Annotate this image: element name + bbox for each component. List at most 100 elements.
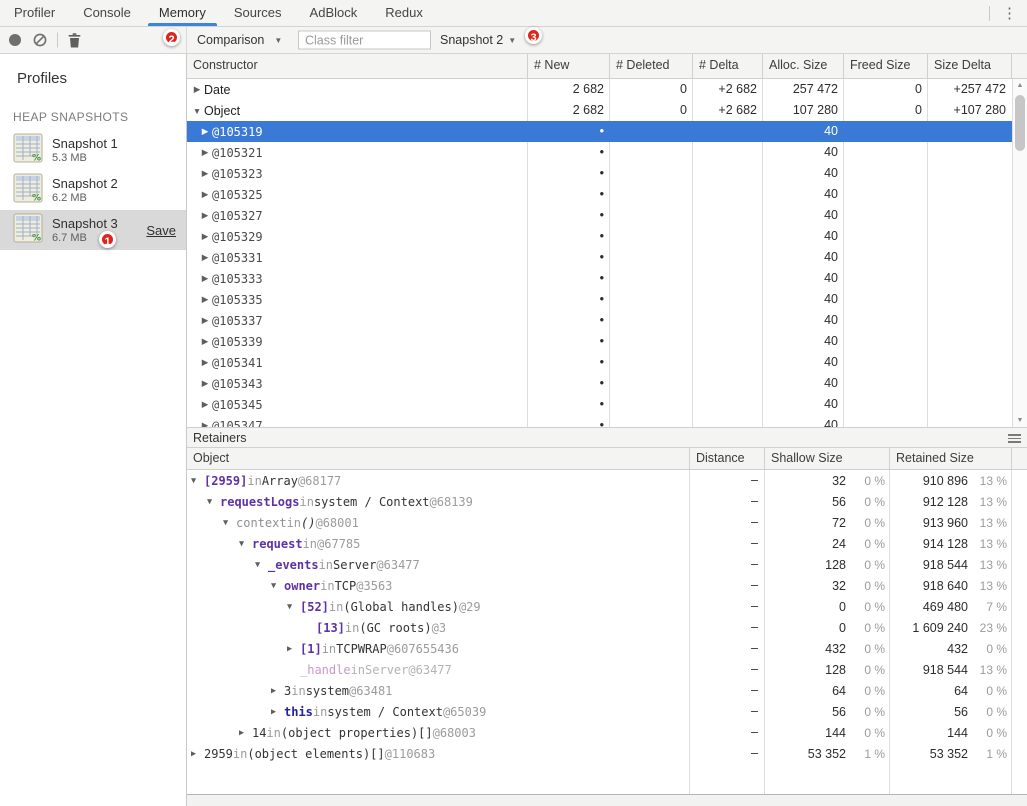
expander-collapsed-icon[interactable]: ▶: [199, 126, 211, 137]
perspective-dropdown[interactable]: Comparison ▼: [197, 33, 282, 47]
save-snapshot-link[interactable]: Save: [146, 223, 176, 238]
expander-expanded-icon[interactable]: ▼: [255, 560, 268, 570]
table-row[interactable]: ▶@105325•40: [187, 184, 1012, 205]
table-row[interactable]: ▶@105333•40: [187, 268, 1012, 289]
cell-size: [928, 394, 1012, 415]
column-header-distance[interactable]: Distance: [690, 448, 765, 469]
expander-collapsed-icon[interactable]: ▶: [199, 189, 211, 200]
column-header-shallow-size[interactable]: Shallow Size: [765, 448, 890, 469]
scroll-up-icon[interactable]: ▲: [1013, 82, 1027, 89]
expander-collapsed-icon[interactable]: ▶: [199, 231, 211, 242]
tab-sources[interactable]: Sources: [220, 0, 296, 26]
sidebar-item-snapshot-2[interactable]: %Snapshot 26.2 MB: [0, 170, 186, 210]
expander-collapsed-icon[interactable]: ▶: [287, 644, 300, 654]
table-row[interactable]: ▶@105323•40: [187, 163, 1012, 184]
expander-collapsed-icon[interactable]: ▶: [199, 294, 211, 305]
expander-collapsed-icon[interactable]: ▶: [199, 168, 211, 179]
expander-expanded-icon[interactable]: ▼: [191, 476, 204, 486]
cell-delta: [693, 142, 763, 163]
tab-console[interactable]: Console: [69, 0, 145, 26]
expander-collapsed-icon[interactable]: ▶: [239, 728, 252, 738]
column-header-constructor[interactable]: Constructor: [187, 54, 528, 78]
expander-collapsed-icon[interactable]: ▶: [271, 707, 284, 717]
table-row[interactable]: ▶Date2 6820+2 682257 4720+257 472: [187, 79, 1012, 100]
expander-collapsed-icon[interactable]: ▶: [191, 749, 204, 759]
shallow-size-value: 0: [839, 600, 846, 614]
expander-expanded-icon[interactable]: ▼: [271, 581, 284, 591]
scrollbar-thumb[interactable]: [1015, 95, 1025, 151]
expander-collapsed-icon[interactable]: ▶: [199, 399, 211, 410]
table-row[interactable]: ▶@105341•40: [187, 352, 1012, 373]
table-row[interactable]: ▶@105347•40: [187, 415, 1012, 427]
class-filter-input[interactable]: [298, 31, 431, 50]
cell-distance: –: [690, 512, 765, 533]
table-row[interactable]: ▼Object2 6820+2 682107 2800+107 280: [187, 100, 1012, 121]
retained-size-percent: 13 %: [968, 495, 1012, 509]
retainers-titlebar: Retainers: [187, 427, 1027, 448]
table-row[interactable]: ▶@105339•40: [187, 331, 1012, 352]
column-header-freed-size[interactable]: Freed Size: [844, 54, 928, 78]
table-row[interactable]: ▶@105319•40: [187, 121, 1012, 142]
column-header-alloc-size[interactable]: Alloc. Size: [763, 54, 844, 78]
expander-collapsed-icon[interactable]: ▶: [199, 147, 211, 158]
table-row[interactable]: ▶@105327•40: [187, 205, 1012, 226]
trash-icon[interactable]: [68, 33, 81, 48]
tab-memory[interactable]: Memory: [145, 0, 220, 26]
expander-collapsed-icon[interactable]: ▶: [199, 273, 211, 284]
column-header-size-delta[interactable]: Size Delta: [928, 54, 1012, 78]
expander-collapsed-icon[interactable]: ▶: [199, 336, 211, 347]
expander-collapsed-icon[interactable]: ▶: [191, 84, 203, 95]
expander-collapsed-icon[interactable]: ▶: [199, 315, 211, 326]
column-header-retained-size[interactable]: Retained Size: [890, 448, 1012, 469]
cell-deleted: [610, 352, 693, 373]
table-row[interactable]: ▶@105335•40: [187, 289, 1012, 310]
constructor-cell: ▶@105343: [187, 373, 528, 394]
cell-size: [928, 142, 1012, 163]
cell-deleted: [610, 394, 693, 415]
tab-redux[interactable]: Redux: [371, 0, 437, 26]
record-heap-icon[interactable]: [9, 34, 21, 46]
expander-expanded-icon[interactable]: ▼: [223, 518, 236, 528]
base-snapshot-dropdown[interactable]: Snapshot 2 ▼: [440, 33, 516, 47]
table-row[interactable]: ▶@105331•40: [187, 247, 1012, 268]
clear-profiles-icon[interactable]: [33, 33, 47, 47]
table-row[interactable]: ▶@105343•40: [187, 373, 1012, 394]
shallow-size-value: 64: [832, 684, 846, 698]
column-header-deleted[interactable]: # Deleted: [610, 54, 693, 78]
expander-expanded-icon[interactable]: ▼: [191, 106, 203, 116]
sidebar-item-snapshot-3[interactable]: %Snapshot 36.7 MBSave: [0, 210, 186, 250]
column-header-object[interactable]: Object: [187, 448, 690, 469]
expander-expanded-icon[interactable]: ▼: [287, 602, 300, 612]
retained-size-value: 144: [947, 726, 968, 740]
expander-collapsed-icon[interactable]: ▶: [271, 686, 284, 696]
cell-delta: [693, 226, 763, 247]
horizontal-scrollbar[interactable]: [187, 794, 1027, 806]
vertical-scrollbar[interactable]: ▲▼: [1012, 79, 1027, 427]
cell-new: •: [528, 163, 610, 184]
cell-freed: [844, 289, 928, 310]
table-row[interactable]: ▶@105329•40: [187, 226, 1012, 247]
retained-size-value: 432: [947, 642, 968, 656]
retainer-object-id: @607655436: [387, 642, 459, 656]
tab-adblock[interactable]: AdBlock: [296, 0, 372, 26]
perspective-dropdown-label: Comparison: [197, 33, 264, 47]
table-row[interactable]: ▶@105337•40: [187, 310, 1012, 331]
table-row[interactable]: ▶@105345•40: [187, 394, 1012, 415]
table-row[interactable]: ▶@105321•40: [187, 142, 1012, 163]
expander-collapsed-icon[interactable]: ▶: [199, 357, 211, 368]
expander-collapsed-icon[interactable]: ▶: [199, 210, 211, 221]
column-header-new[interactable]: # New: [528, 54, 610, 78]
expander-collapsed-icon[interactable]: ▶: [199, 252, 211, 263]
sidebar-item-snapshot-1[interactable]: %Snapshot 15.3 MB: [0, 130, 186, 170]
cell-new: •: [528, 310, 610, 331]
kebab-menu-icon[interactable]: ⋮: [999, 6, 1020, 21]
column-header-delta[interactable]: # Delta: [693, 54, 763, 78]
scroll-down-icon[interactable]: ▼: [1013, 417, 1027, 424]
expander-collapsed-icon[interactable]: ▶: [199, 378, 211, 389]
expander-collapsed-icon[interactable]: ▶: [199, 420, 211, 427]
tab-profiler[interactable]: Profiler: [0, 0, 69, 26]
retainer-owner-object: system: [306, 684, 349, 698]
expander-expanded-icon[interactable]: ▼: [239, 539, 252, 549]
cell-deleted: [610, 415, 693, 427]
expander-expanded-icon[interactable]: ▼: [207, 497, 220, 507]
